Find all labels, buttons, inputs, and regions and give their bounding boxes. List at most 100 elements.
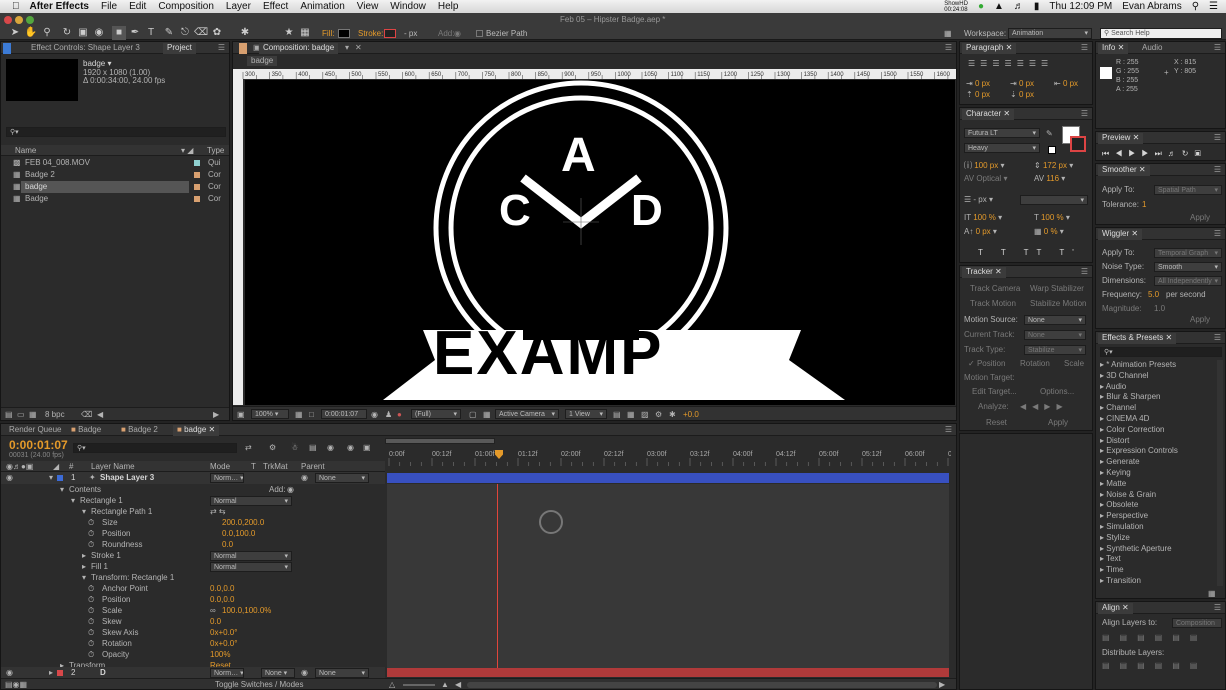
eyedropper-icon[interactable]: ✎ [1046, 128, 1053, 139]
roto-tool-icon[interactable]: ✿ [210, 26, 224, 40]
zoom-out-icon[interactable]: △ [389, 679, 395, 689]
stopwatch-icon[interactable]: ⏱ [88, 616, 94, 627]
shy-icon[interactable]: ☃ [291, 442, 298, 453]
show-snapshot-icon[interactable]: ♟ [385, 409, 392, 420]
expand-icon[interactable]: ▾ [71, 495, 75, 506]
star-icon[interactable]: ★ [282, 26, 296, 40]
layer-duration-bar[interactable] [387, 473, 949, 483]
white-swatch[interactable] [1048, 146, 1056, 154]
menu-file[interactable]: File [101, 1, 117, 12]
always-preview-icon[interactable]: ▣ [237, 409, 245, 420]
bezier-checkbox[interactable] [476, 30, 483, 37]
eraser-tool-icon[interactable]: ⌫ [194, 26, 208, 40]
panel-menu-icon[interactable]: ☰ [1081, 109, 1088, 118]
scroll-right-icon[interactable]: ▶ [213, 409, 219, 420]
effects-category-item[interactable]: ▸ Time [1100, 565, 1216, 576]
horizontal-scale-field[interactable]: T 100 % ▾ [1034, 212, 1070, 223]
label-column-icon[interactable]: ◢ [53, 461, 59, 472]
av-features-icon[interactable]: ◉♬●▣ [6, 461, 33, 472]
col-mode[interactable]: Mode [210, 461, 230, 472]
noise-type-select[interactable]: Smooth ▾ [1154, 262, 1222, 272]
property-mode-select[interactable]: Normal ▾ [210, 496, 292, 506]
search-help-input[interactable]: ⚲ Search Help [1100, 28, 1222, 39]
warp-stabilizer-button[interactable]: Warp Stabilizer [1030, 283, 1084, 294]
panel-menu-icon[interactable]: ☰ [1081, 267, 1088, 276]
font-family-select[interactable]: Futura LT ▾ [964, 128, 1040, 138]
scale-checkbox[interactable]: Scale [1064, 358, 1084, 369]
smoother-apply-button[interactable]: Apply [1190, 212, 1210, 223]
effects-category-item[interactable]: ▸ Keying [1100, 468, 1216, 479]
stroke-color-swatch[interactable] [1070, 136, 1086, 152]
add-content-icon[interactable]: ◉ [287, 484, 294, 495]
property-mode-select[interactable]: Normal ▾ [210, 562, 292, 572]
property-row[interactable]: ▾ Transform: Rectangle 1 [1, 572, 385, 583]
clone-tool-icon[interactable]: ⎋ [178, 26, 192, 40]
tab-badge-2[interactable]: ■ Badge 2 [117, 425, 162, 436]
effects-category-item[interactable]: ▸ Simulation [1100, 522, 1216, 533]
visibility-icon[interactable]: ◉ [6, 667, 13, 678]
vertical-scale-field[interactable]: IT 100 % ▾ [964, 212, 1002, 223]
horizontal-ruler[interactable]: 300 350 400 450 500 550 600 650 700 750 800 850 900 9… [233, 69, 956, 79]
parent-select[interactable]: None ▾ [315, 473, 369, 483]
pan-behind-tool-icon[interactable]: ◉ [92, 26, 106, 40]
footer-switches-icon[interactable]: ▤◉▦ [5, 679, 27, 689]
panel-menu-icon[interactable]: ☰ [1214, 133, 1221, 142]
effects-category-item[interactable]: ▸ Generate [1100, 457, 1216, 468]
font-style-select[interactable]: Heavy ▾ [964, 143, 1040, 153]
trkmat-select[interactable]: None ▾ [261, 668, 295, 678]
expand-icon[interactable]: ▾ [82, 506, 86, 517]
zoom-slider[interactable] [403, 684, 435, 686]
smoother-apply-to-select[interactable]: Spatial Path ▾ [1154, 185, 1222, 195]
effects-category-item[interactable]: ▸ Channel [1100, 403, 1216, 414]
close-tab-icon[interactable]: ✕ [351, 43, 366, 54]
stopwatch-icon[interactable]: ⏱ [88, 528, 94, 539]
comp-breadcrumb[interactable]: badge [247, 56, 278, 66]
tab-align[interactable]: Align ✕ [1098, 603, 1133, 614]
effects-scrollbar[interactable] [1217, 360, 1223, 586]
menu-edit[interactable]: Edit [129, 1, 146, 12]
stroke-width-field[interactable]: ☰ - px ▾ [964, 194, 993, 205]
collapse-icon[interactable]: ▸ [49, 667, 53, 678]
table-row[interactable]: ◉ ▸ 2 D Norm… ▾ None ▾ ◉ None ▾ [1, 667, 385, 678]
menu-composition[interactable]: Composition [158, 1, 214, 12]
view-layout-select[interactable]: 1 View ▾ [565, 409, 607, 419]
stopwatch-icon[interactable]: ⏱ [88, 539, 94, 550]
reset-button[interactable]: Reset [986, 417, 1007, 428]
panel-menu-icon[interactable]: ☰ [1214, 229, 1221, 238]
list-icon[interactable]: ☰ [1209, 1, 1218, 12]
effects-category-item[interactable]: ▸ Noise & Grain [1100, 490, 1216, 501]
menu-animation[interactable]: Animation [300, 1, 344, 12]
options-button[interactable]: Options... [1040, 386, 1074, 397]
stopwatch-icon[interactable]: ⏱ [88, 517, 94, 528]
alignment-buttons[interactable]: ☰☰☰☰☰☰☰ [968, 58, 1053, 69]
kerning-field[interactable]: AV Optical ▾ [964, 173, 1007, 184]
fill-label[interactable]: Fill: [322, 29, 334, 38]
analyze-buttons[interactable]: ◀◀▶▶ [1020, 401, 1069, 412]
property-row[interactable]: ⏱ Rotation 0x+0.0° [1, 638, 385, 649]
battery-icon[interactable]: ▮ [1034, 1, 1040, 12]
scroll-left-icon[interactable]: ◀ [97, 409, 103, 420]
track-motion-button[interactable]: Track Motion [970, 298, 1016, 309]
list-item[interactable]: ▦ badge Cor [1, 181, 229, 193]
timeline-timecode[interactable]: 0:00:01:07 [9, 438, 68, 452]
col-trkmat[interactable]: TrkMat [263, 461, 288, 472]
zoom-tool-icon[interactable]: ⚲ [40, 26, 54, 40]
tab-tracker[interactable]: Tracker ✕ [962, 267, 1006, 278]
stopwatch-icon[interactable]: ⏱ [88, 649, 94, 660]
col-name[interactable]: Name [15, 145, 36, 156]
property-value[interactable]: 0x+0.0° [210, 627, 237, 638]
table-row[interactable]: ◉ ▾ 1 ✦ Shape Layer 3 Norm… ▾ ◉ None ▾ [1, 472, 385, 484]
new-comp-icon[interactable]: ▦ [29, 409, 37, 420]
position-checkbox[interactable]: ✓ Position [968, 358, 1005, 369]
hand-tool-icon[interactable]: ✋ [24, 26, 38, 40]
tab-badge-active[interactable]: ■ badge ✕ [173, 425, 220, 436]
label-color[interactable] [57, 670, 63, 676]
magnification-select[interactable]: 100% ▾ [251, 409, 289, 419]
clock[interactable]: Thu 12:09 PM [1049, 1, 1112, 12]
expand-icon[interactable]: ▾ [82, 572, 86, 583]
col-type[interactable]: Type [207, 145, 224, 156]
baseline-shift-field[interactable]: A↑ 0 px ▾ [964, 226, 997, 237]
comp-mini-flowchart-icon[interactable]: ⇄ [245, 442, 252, 453]
distribute-buttons[interactable]: ▤▤▤▤▤▤ [1102, 660, 1207, 671]
space-before-field[interactable]: ⇡ 0 px [966, 89, 990, 100]
